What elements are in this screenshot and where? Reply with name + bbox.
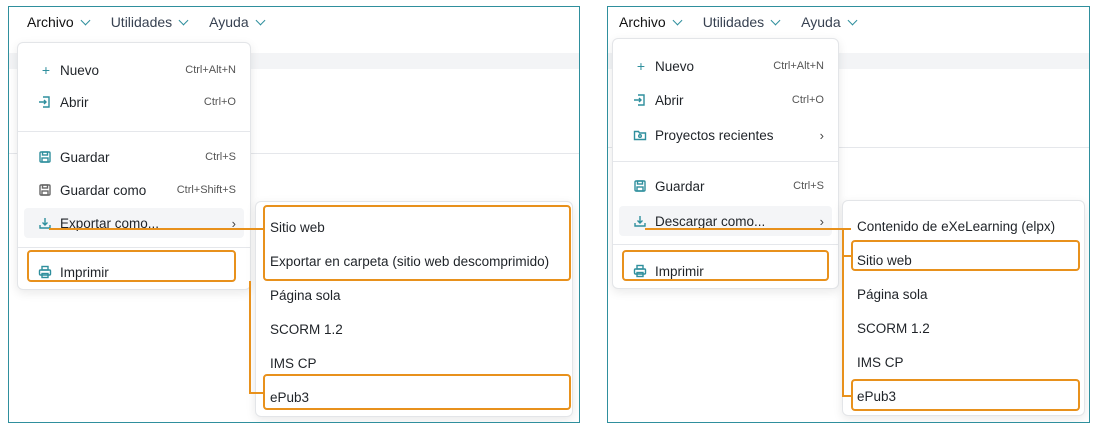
- submenu-item-ims-cp[interactable]: IMS CP: [262, 348, 566, 378]
- menu-item-label: Guardar: [655, 178, 705, 194]
- shortcut-label: Ctrl+O: [203, 96, 236, 108]
- menu-item-guardar[interactable]: Guardar Ctrl+S: [24, 142, 244, 172]
- menu-item-imprimir[interactable]: Imprimir: [24, 257, 244, 287]
- submenu-item-sitio-web[interactable]: Sitio web: [262, 212, 566, 242]
- menu-item-abrir[interactable]: Abrir Ctrl+O: [619, 85, 832, 115]
- chevron-down-icon: [255, 15, 266, 25]
- menu-item-label: Abrir: [655, 92, 684, 108]
- menu-utilidades[interactable]: Utilidades: [702, 14, 781, 30]
- menu-item-label: Guardar: [60, 149, 110, 165]
- submenu-item-elpx[interactable]: Contenido de eXeLearning (elpx): [849, 211, 1078, 241]
- connector-line: [49, 228, 263, 230]
- left-panel: Archivo Utilidades Ayuda + Nuevo Ctrl+Al…: [8, 6, 580, 423]
- menu-item-label: Abrir: [60, 94, 89, 110]
- connector-line: [842, 395, 851, 397]
- save-icon: [38, 150, 54, 164]
- menu-item-descargar-como[interactable]: Descargar como... ›: [619, 206, 832, 236]
- shortcut-label: Ctrl+Alt+N: [773, 60, 824, 72]
- menu-item-label: Imprimir: [60, 264, 109, 280]
- connector-line: [645, 228, 851, 230]
- submenu-item-pagina-sola[interactable]: Página sola: [262, 280, 566, 310]
- menu-item-abrir[interactable]: Abrir Ctrl+O: [24, 87, 244, 117]
- menu-item-label: Proyectos recientes: [655, 127, 774, 143]
- plus-icon: +: [41, 62, 51, 78]
- menu-item-exportar-como[interactable]: Exportar como... ›: [24, 208, 244, 238]
- menu-archivo[interactable]: Archivo: [27, 14, 91, 30]
- menu-item-label: Imprimir: [655, 263, 704, 279]
- menubar: Archivo Utilidades Ayuda: [608, 7, 1089, 37]
- download-icon: [633, 214, 649, 228]
- menu-separator: [18, 247, 250, 248]
- submenu-item-sitio-web[interactable]: Sitio web: [849, 245, 1078, 275]
- menubar: Archivo Utilidades Ayuda: [9, 7, 579, 37]
- menu-item-nuevo[interactable]: + Nuevo Ctrl+Alt+N: [619, 51, 832, 81]
- shortcut-label: Ctrl+Alt+N: [185, 64, 236, 76]
- descargar-submenu: Contenido de eXeLearning (elpx) Sitio we…: [842, 200, 1085, 416]
- menu-item-guardar-como[interactable]: Guardar como Ctrl+Shift+S: [24, 175, 244, 205]
- menu-utilidades-label: Utilidades: [110, 14, 173, 30]
- menu-ayuda[interactable]: Ayuda: [209, 14, 266, 30]
- save-as-icon: [38, 183, 54, 197]
- menu-ayuda[interactable]: Ayuda: [801, 14, 858, 30]
- menu-ayuda-label: Ayuda: [209, 14, 249, 30]
- plus-icon: +: [636, 58, 646, 74]
- folder-icon: [633, 128, 649, 142]
- chevron-down-icon: [178, 15, 189, 25]
- connector-line: [842, 255, 851, 257]
- open-file-icon: [633, 93, 649, 107]
- submenu-item-scorm[interactable]: SCORM 1.2: [262, 314, 566, 344]
- submenu-item-exportar-carpeta[interactable]: Exportar en carpeta (sitio web descompri…: [262, 246, 566, 276]
- menu-separator: [613, 161, 838, 162]
- menu-archivo[interactable]: Archivo: [619, 14, 683, 30]
- menu-utilidades[interactable]: Utilidades: [110, 14, 189, 30]
- menu-item-guardar[interactable]: Guardar Ctrl+S: [619, 171, 832, 201]
- menu-archivo-label: Archivo: [27, 14, 74, 30]
- menu-item-proyectos-recientes[interactable]: Proyectos recientes ›: [619, 120, 832, 150]
- menu-item-label: Nuevo: [655, 58, 695, 74]
- shortcut-label: Ctrl+O: [791, 94, 824, 106]
- menu-utilidades-label: Utilidades: [702, 14, 765, 30]
- submenu-item-epub3[interactable]: ePub3: [849, 381, 1078, 411]
- menu-separator: [613, 244, 838, 245]
- connector-line: [842, 228, 844, 397]
- submenu-item-epub3[interactable]: ePub3: [262, 382, 566, 412]
- menu-separator: [18, 131, 250, 132]
- chevron-down-icon: [80, 15, 91, 25]
- submenu-item-ims-cp[interactable]: IMS CP: [849, 347, 1078, 377]
- submenu-item-scorm[interactable]: SCORM 1.2: [849, 313, 1078, 343]
- connector-line: [249, 392, 263, 394]
- menu-item-label: Nuevo: [60, 62, 100, 78]
- chevron-right-icon: ›: [819, 213, 824, 229]
- menu-item-label: Descargar como...: [655, 213, 766, 229]
- open-file-icon: [38, 95, 54, 109]
- menu-item-imprimir[interactable]: Imprimir: [619, 256, 832, 286]
- chevron-right-icon: ›: [819, 127, 824, 143]
- chevron-down-icon: [847, 15, 858, 25]
- archivo-menu: + Nuevo Ctrl+Alt+N Abrir Ctrl+O Guardar …: [17, 42, 251, 290]
- menu-item-label: Guardar como: [60, 182, 147, 198]
- exportar-submenu: Sitio web Exportar en carpeta (sitio web…: [255, 201, 573, 417]
- shortcut-label: Ctrl+S: [793, 180, 824, 192]
- chevron-down-icon: [770, 15, 781, 25]
- menu-item-nuevo[interactable]: + Nuevo Ctrl+Alt+N: [24, 55, 244, 85]
- printer-icon: [633, 264, 649, 278]
- shortcut-label: Ctrl+Shift+S: [176, 184, 236, 196]
- save-icon: [633, 179, 649, 193]
- submenu-item-pagina-sola[interactable]: Página sola: [849, 279, 1078, 309]
- shortcut-label: Ctrl+S: [205, 151, 236, 163]
- menu-archivo-label: Archivo: [619, 14, 666, 30]
- connector-line: [249, 281, 251, 393]
- chevron-down-icon: [672, 15, 683, 25]
- printer-icon: [38, 265, 54, 279]
- archivo-menu: + Nuevo Ctrl+Alt+N Abrir Ctrl+O Proyecto…: [612, 38, 839, 289]
- right-panel: Archivo Utilidades Ayuda + Nuevo Ctrl+Al…: [607, 6, 1090, 423]
- menu-ayuda-label: Ayuda: [801, 14, 841, 30]
